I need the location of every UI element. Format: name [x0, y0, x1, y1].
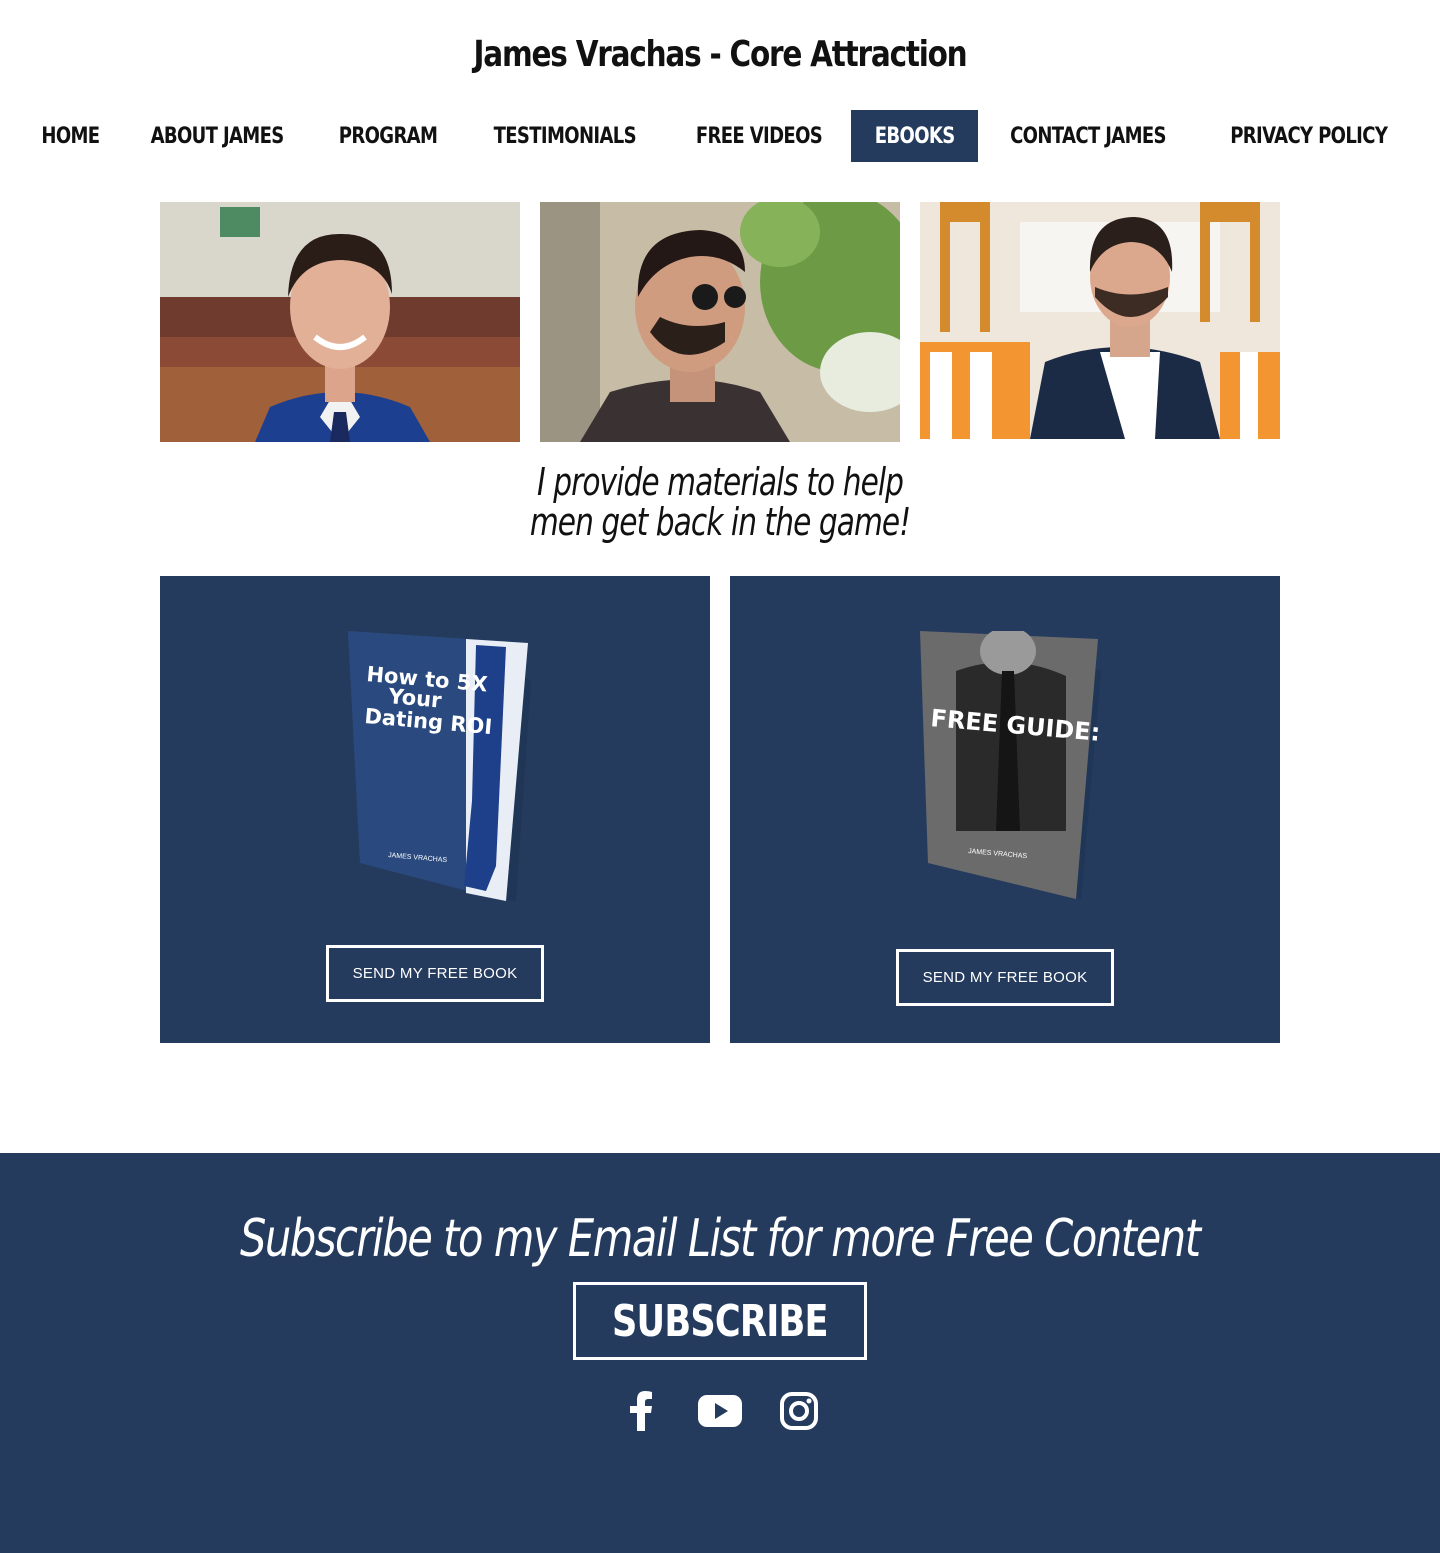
- facebook-icon[interactable]: [626, 1391, 656, 1436]
- portrait-photo-suit: [160, 202, 520, 442]
- site-title[interactable]: James Vrachas - Core Attraction: [130, 34, 1311, 75]
- ebook-cover-dating-roi[interactable]: How to 5X Your Dating ROI JAMES VRACHAS: [346, 631, 536, 906]
- photo-gallery: [160, 202, 1280, 442]
- nav-home[interactable]: HOME: [20, 110, 121, 162]
- main-nav: HOME ABOUT JAMES PROGRAM TESTIMONIALS FR…: [0, 110, 1440, 162]
- portrait-photo-sunglasses: [540, 202, 900, 442]
- nav-free-videos[interactable]: FREE VIDEOS: [667, 110, 851, 162]
- ebook-card-free-guide: FREE GUIDE: JAMES VRACHAS SEND MY FREE B…: [730, 576, 1280, 1043]
- ebook-cover-free-guide[interactable]: FREE GUIDE: JAMES VRACHAS: [916, 631, 1106, 906]
- youtube-icon[interactable]: [697, 1391, 743, 1436]
- subscribe-heading: Subscribe to my Email List for more Free…: [240, 1209, 1201, 1269]
- nav-program[interactable]: PROGRAM: [313, 110, 463, 162]
- send-free-book-button[interactable]: SEND MY FREE BOOK: [896, 949, 1114, 1006]
- nav-privacy-policy[interactable]: PRIVACY POLICY: [1198, 110, 1419, 162]
- social-links: [0, 1391, 1440, 1435]
- subscribe-button[interactable]: SUBSCRIBE: [573, 1282, 867, 1360]
- send-free-book-button[interactable]: SEND MY FREE BOOK: [326, 945, 544, 1002]
- portrait-photo-cafe: [920, 202, 1280, 439]
- nav-ebooks[interactable]: EBOOKS: [850, 110, 979, 162]
- nav-contact-james[interactable]: CONTACT JAMES: [978, 110, 1198, 162]
- footer: Subscribe to my Email List for more Free…: [0, 1153, 1440, 1553]
- nav-testimonials[interactable]: TESTIMONIALS: [463, 110, 667, 162]
- tagline: I provide materials to help men get back…: [529, 460, 911, 544]
- ebook-card-dating-roi: How to 5X Your Dating ROI JAMES VRACHAS …: [160, 576, 710, 1043]
- nav-about-james[interactable]: ABOUT JAMES: [121, 110, 313, 162]
- instagram-icon[interactable]: [779, 1391, 819, 1436]
